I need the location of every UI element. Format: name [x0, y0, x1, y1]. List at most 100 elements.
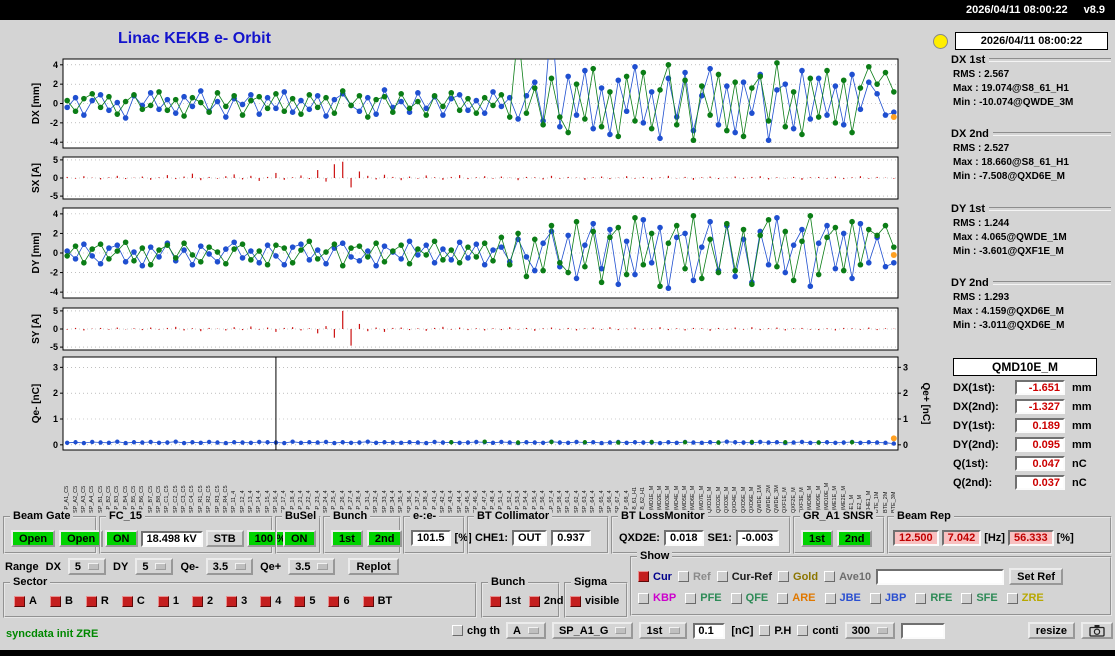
se1-label: SE1:	[708, 532, 732, 544]
sector-checkbox-3[interactable]: 3	[226, 595, 247, 607]
sector-checkbox-1[interactable]: 1	[158, 595, 179, 607]
show-checkbox-are[interactable]: ARE	[777, 592, 815, 604]
conti-checkbox[interactable]: conti	[797, 625, 838, 637]
fc15-group: FC_15 ON 18.498 kV STB 100 %	[99, 516, 273, 554]
bpm-select[interactable]: SP_A1_G	[552, 622, 634, 639]
show-checkbox-rfe[interactable]: RFE	[915, 592, 952, 604]
snapshot-button[interactable]	[1081, 622, 1113, 639]
stat-panel-dx-2nd: DX 2nd RMS : 2.527 Max : 18.660@S8_61_H1…	[951, 128, 1111, 182]
group-title: Bunch	[330, 510, 370, 522]
bpm-label: QWDE_1M	[757, 453, 763, 513]
sector-checkbox-bt[interactable]: BT	[363, 595, 393, 607]
aux-input[interactable]	[901, 623, 945, 639]
dropdown-dash-icon	[615, 627, 626, 634]
se1-value: -0.003	[736, 530, 779, 546]
bunch-display-group: Bunch 1st2nd	[481, 582, 560, 618]
range-qe-plus-value: 3.5	[295, 561, 310, 573]
bunch-checkbox-1st[interactable]: 1st	[490, 595, 521, 607]
fc15-kv-value: 18.498 kV	[141, 531, 203, 547]
conti-label: conti	[812, 625, 838, 637]
show-checkbox-zre[interactable]: ZRE	[1007, 592, 1044, 604]
bpm-label: SP_15_4	[265, 453, 271, 513]
dropdown-dash-icon	[669, 627, 680, 634]
stat-title: DX 2nd	[951, 128, 989, 140]
points-select[interactable]: 300	[845, 622, 895, 639]
beam-gate-open-1-button[interactable]: Open	[11, 530, 55, 547]
busel-group: BuSel ON	[275, 516, 321, 554]
bunch-1st-button[interactable]: 1st	[331, 530, 363, 547]
threshold-input[interactable]	[693, 623, 725, 639]
svg-text:-2: -2	[50, 118, 58, 128]
sector-checkbox-r[interactable]: R	[86, 595, 109, 607]
sigma-checkbox-visible[interactable]: visible	[570, 595, 619, 607]
bpm-label: QWDE_3M	[774, 453, 780, 513]
bpm-label: SP_23_4	[315, 453, 321, 513]
range-dx-label: DX	[46, 561, 61, 573]
fc15-on-button[interactable]: ON	[105, 530, 138, 547]
sigma-checkbox-visible-box	[570, 596, 581, 607]
bunch-2nd-button[interactable]: 2nd	[367, 530, 403, 547]
beam-rep-value-3: 56.333	[1008, 530, 1054, 546]
bunch-checkbox-2nd-box	[529, 596, 540, 607]
show-checkbox-ave10[interactable]: Ave10	[824, 571, 871, 583]
ph-checkbox[interactable]: P.H	[759, 625, 791, 637]
show-checkbox-jbp[interactable]: JBP	[870, 592, 906, 604]
sector-checkbox-b[interactable]: B	[50, 595, 73, 607]
stat-rms: RMS : 1.244	[951, 218, 1111, 229]
sy-plot: 50-5SY [A]	[30, 307, 935, 352]
bunch-checkbox-2nd-label: 2nd	[544, 595, 564, 607]
range-qe-plus-label: Qe+	[260, 561, 281, 573]
bpm-label: SP_66_4	[607, 453, 613, 513]
chg-th-checkbox[interactable]: chg th	[452, 625, 500, 637]
range-qe-plus-select[interactable]: 3.5	[288, 558, 335, 575]
stat-rms: RMS : 2.527	[951, 143, 1111, 154]
show-checkbox-pfe[interactable]: PFE	[685, 592, 721, 604]
svg-text:-4: -4	[50, 287, 58, 297]
bpm-label: SP_62_4	[574, 453, 580, 513]
show-checkbox-qfe-box	[731, 593, 742, 604]
bpm-label: SP_42_4	[440, 453, 446, 513]
svg-text:0: 0	[53, 173, 58, 183]
show-checkbox-qfe[interactable]: QFE	[731, 592, 769, 604]
svg-text:SY [A]: SY [A]	[31, 314, 42, 344]
show-checkbox-sfe[interactable]: SFE	[961, 592, 997, 604]
fc15-stb-button[interactable]: STB	[206, 530, 244, 547]
sector-checkbox-2[interactable]: 2	[192, 595, 213, 607]
bunch-checkbox-2nd[interactable]: 2nd	[529, 595, 564, 607]
range-qe-minus-select[interactable]: 3.5	[206, 558, 253, 575]
gr-a1-1st-button[interactable]: 1st	[801, 530, 833, 547]
bpm-label: SP_B4_C5	[123, 453, 129, 513]
busel-on-button[interactable]: ON	[283, 530, 316, 547]
replot-button[interactable]: Replot	[348, 558, 398, 575]
show-checkbox-ref[interactable]: Ref	[678, 571, 711, 583]
show-checkbox-gold[interactable]: Gold	[778, 571, 818, 583]
sector-checkbox-5[interactable]: 5	[294, 595, 315, 607]
sector-select-value: A	[513, 625, 521, 637]
set-ref-button[interactable]: Set Ref	[1009, 568, 1063, 585]
gr-a1-2nd-button[interactable]: 2nd	[837, 530, 873, 547]
show-checkbox-jbe[interactable]: JBE	[825, 592, 861, 604]
che1-value: OUT	[512, 530, 547, 546]
group-title: BT LossMonitor	[618, 510, 708, 522]
resize-button[interactable]: resize	[1028, 622, 1075, 639]
bottom-toolbar: chg th A SP_A1_G 1st [nC] P.H conti 300 …	[452, 622, 1113, 639]
qmd-row: Q(1st):0.047nC	[951, 456, 1111, 471]
range-dy-select[interactable]: 5	[135, 558, 173, 575]
sector-select[interactable]: A	[506, 622, 546, 639]
show-checkbox-cur[interactable]: Cur	[638, 571, 672, 583]
range-dx-select[interactable]: 5	[68, 558, 106, 575]
beam-gate-open-2-button[interactable]: Open	[59, 530, 103, 547]
sector-checkbox-a[interactable]: A	[14, 595, 37, 607]
sector-checkbox-4[interactable]: 4	[260, 595, 281, 607]
bunch-select[interactable]: 1st	[639, 622, 687, 639]
show-checkbox-kbp[interactable]: KBP	[638, 592, 676, 604]
show-checkbox-cur-ref[interactable]: Cur-Ref	[717, 571, 772, 583]
svg-text:Qe+ [nC]: Qe+ [nC]	[920, 383, 931, 425]
sector-checkbox-6[interactable]: 6	[328, 595, 349, 607]
timestamp-box: 2026/04/11 08:00:22	[955, 32, 1108, 50]
sector-checkbox-c[interactable]: C	[122, 595, 145, 607]
ref-file-input[interactable]	[876, 569, 1004, 585]
sector-checkbox-c-box	[122, 596, 133, 607]
bpm-label: QMD4E_M	[674, 453, 680, 513]
bpm-label: SP_11_4	[231, 453, 237, 513]
